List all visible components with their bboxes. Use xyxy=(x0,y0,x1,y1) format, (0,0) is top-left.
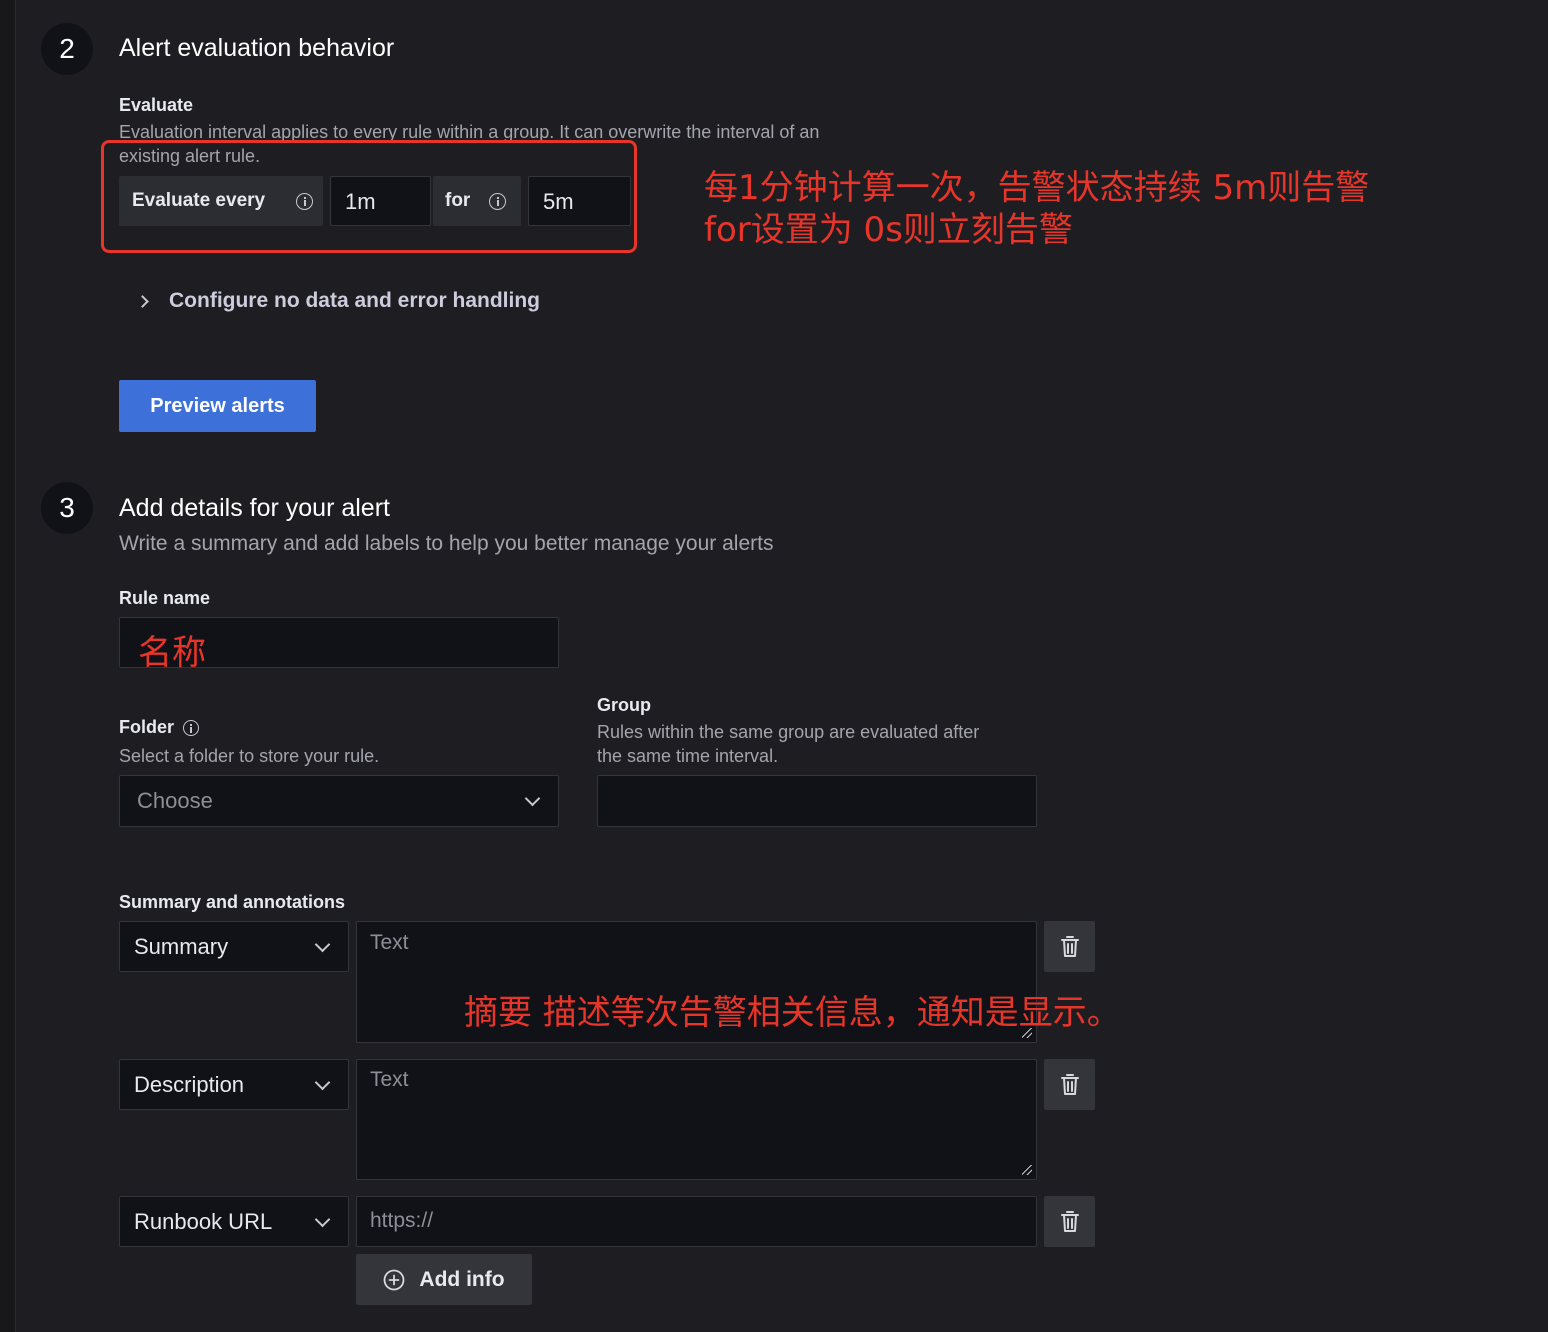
folder-description: Select a folder to store your rule. xyxy=(119,746,380,766)
delete-annotation-button[interactable] xyxy=(1044,921,1095,972)
annotation-value-placeholder: https:// xyxy=(370,1209,434,1232)
group-label: Group xyxy=(597,695,651,715)
trash-icon xyxy=(1060,1073,1079,1095)
left-edge-bar xyxy=(0,0,16,1332)
preview-alerts-button[interactable]: Preview alerts xyxy=(119,380,316,432)
configure-no-data-toggle[interactable]: Configure no data and error handling xyxy=(136,289,541,313)
annotation-key-select-summary[interactable]: Summary xyxy=(119,921,349,972)
summary-annotations-label: Summary and annotations xyxy=(119,892,346,912)
resize-handle-icon[interactable] xyxy=(1022,1165,1032,1175)
folder-label: Folder xyxy=(119,717,175,737)
delete-annotation-button[interactable] xyxy=(1044,1196,1095,1247)
chevron-down-icon xyxy=(314,936,331,952)
evaluate-label: Evaluate xyxy=(119,95,194,115)
annotation-value-placeholder: Text xyxy=(370,1068,409,1091)
annotation-highlight-box xyxy=(101,140,637,253)
folder-select[interactable]: Choose xyxy=(119,775,559,827)
annotation-key-label: Summary xyxy=(134,933,229,959)
annotation-value-input-runbook[interactable]: https:// xyxy=(356,1196,1037,1247)
annotation-key-select-description[interactable]: Description xyxy=(119,1059,349,1110)
annotation-summary-note: 摘要 描述等次告警相关信息，通知是显示。 xyxy=(464,993,1121,1033)
chevron-down-icon xyxy=(314,1074,331,1090)
step-2-badge: 2 xyxy=(41,23,93,75)
step-3-number: 3 xyxy=(59,492,75,523)
add-info-button[interactable]: Add info xyxy=(356,1254,532,1305)
step-3-badge: 3 xyxy=(41,482,93,534)
trash-icon xyxy=(1060,1210,1079,1232)
annotation-key-label: Description xyxy=(134,1071,245,1097)
trash-icon xyxy=(1060,935,1079,957)
group-description-line2: the same time interval. xyxy=(597,746,779,766)
section-title-evaluation: Alert evaluation behavior xyxy=(119,34,395,62)
group-description-line1: Rules within the same group are evaluate… xyxy=(597,722,980,742)
folder-label-row: Folder xyxy=(119,717,200,738)
annotation-key-label: Runbook URL xyxy=(134,1208,273,1234)
section-subtitle-details: Write a summary and add labels to help y… xyxy=(119,532,774,555)
rule-name-label: Rule name xyxy=(119,588,211,608)
plus-circle-icon xyxy=(384,1269,405,1290)
configure-no-data-label: Configure no data and error handling xyxy=(169,289,541,312)
section-title-details: Add details for your alert xyxy=(119,494,390,522)
group-input[interactable] xyxy=(597,775,1037,827)
annotation-value-textarea-description[interactable]: Text xyxy=(356,1059,1037,1180)
annotation-rule-name: 名称 xyxy=(138,633,206,673)
chevron-right-icon xyxy=(136,294,149,308)
info-icon[interactable] xyxy=(183,719,200,736)
folder-placeholder: Choose xyxy=(137,788,213,813)
annotation-evaluate-line2: for设置为 0s则立刻告警 xyxy=(704,210,1073,250)
step-2-number: 2 xyxy=(59,33,75,64)
annotation-key-select-runbook[interactable]: Runbook URL xyxy=(119,1196,349,1247)
add-info-label: Add info xyxy=(419,1267,505,1291)
delete-annotation-button[interactable] xyxy=(1044,1059,1095,1110)
chevron-down-icon xyxy=(314,1211,331,1227)
chevron-down-icon xyxy=(524,790,541,807)
annotation-value-placeholder: Text xyxy=(370,931,409,954)
